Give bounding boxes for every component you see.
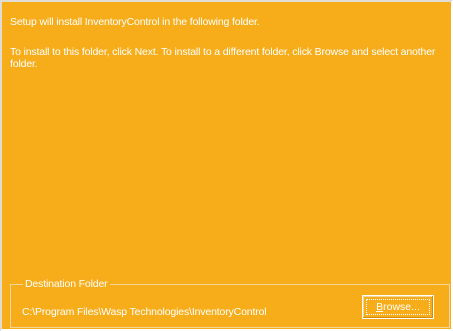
destination-path: C:\Program Files\Wasp Technologies\Inven…: [22, 306, 267, 318]
browse-button[interactable]: Browse...: [362, 295, 434, 319]
setup-panel: Setup will install InventoryControl in t…: [0, 0, 453, 331]
install-folder-message: Setup will install InventoryControl in t…: [10, 16, 260, 28]
browse-button-label: Browse...: [376, 301, 420, 313]
install-instructions: To install to this folder, click Next. T…: [10, 46, 436, 70]
browse-label-rest: rowse...: [383, 301, 420, 313]
destination-folder-label: Destination Folder: [23, 278, 110, 290]
destination-folder-group: Destination Folder C:\Program Files\Wasp…: [10, 278, 450, 328]
